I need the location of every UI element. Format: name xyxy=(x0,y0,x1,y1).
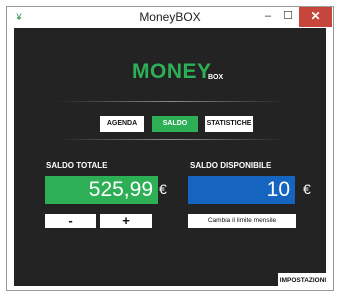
saldo-disponibile-value: 10 xyxy=(188,176,295,204)
change-limit-button[interactable]: Cambia il limite mensile xyxy=(188,214,296,228)
divider-top xyxy=(56,101,288,102)
decrease-button[interactable]: - xyxy=(45,214,96,228)
minimize-button[interactable]: – xyxy=(259,7,277,27)
saldo-totale-label: SALDO TOTALE xyxy=(46,161,108,170)
saldo-totale-value: 525,99 xyxy=(45,176,158,204)
divider-bottom xyxy=(56,139,288,140)
increase-button[interactable]: + xyxy=(100,214,152,228)
logo-box-text: BOX xyxy=(208,74,224,81)
moneybox-logo: MONEY BOX xyxy=(132,60,223,84)
title-bar[interactable]: ¥ MoneyBOX – ☐ ✕ xyxy=(7,7,333,27)
main-panel: MONEY BOX AGENDA SALDO STATISTICHE SALDO… xyxy=(14,28,328,288)
tab-statistiche[interactable]: STATISTICHE xyxy=(205,116,253,132)
settings-button[interactable]: IMPOSTAZIONI xyxy=(278,273,328,288)
close-button[interactable]: ✕ xyxy=(299,7,332,27)
saldo-disponibile-label: SALDO DISPONIBILE xyxy=(190,161,272,170)
saldo-disponibile-currency: € xyxy=(303,181,311,197)
app-window: ¥ MoneyBOX – ☐ ✕ MONEY BOX AGENDA SALDO … xyxy=(6,6,334,291)
tab-saldo[interactable]: SALDO xyxy=(152,116,198,132)
logo-money-text: MONEY xyxy=(132,60,212,83)
maximize-button[interactable]: ☐ xyxy=(279,7,297,27)
tab-agenda[interactable]: AGENDA xyxy=(100,116,144,132)
saldo-totale-currency: € xyxy=(159,181,167,197)
